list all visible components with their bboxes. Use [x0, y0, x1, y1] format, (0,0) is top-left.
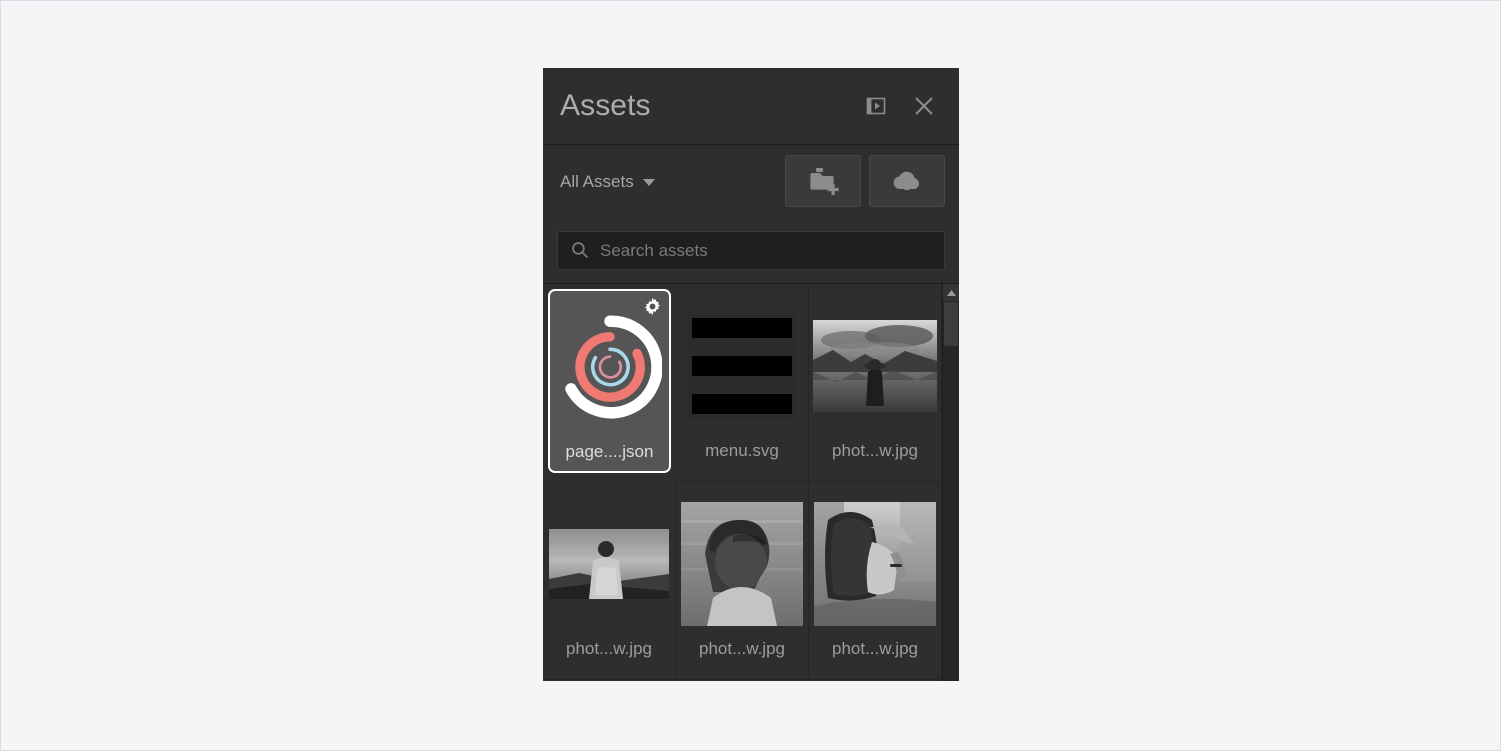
asset-filename: phot...w.jpg: [698, 639, 785, 658]
upload-button[interactable]: [869, 155, 945, 207]
photo-lake-person-thumbnail: [813, 320, 937, 412]
asset-filename: phot...w.jpg: [831, 441, 918, 460]
assets-grid: page....json menu.svg phot...w.jpg phot.…: [543, 284, 942, 681]
page-title: Assets: [560, 89, 651, 122]
asset-card-photo-4[interactable]: phot...w.jpg: [809, 482, 942, 680]
scrollbar-thumb[interactable]: [944, 302, 958, 346]
asset-thumbnail: [813, 290, 937, 442]
bar: [692, 356, 792, 376]
scroll-up-arrow-icon: [946, 289, 956, 296]
asset-filename: phot...w.jpg: [565, 639, 652, 658]
asset-settings-button[interactable]: [642, 296, 662, 316]
asset-card-json[interactable]: page....json: [543, 284, 676, 482]
asset-filter-label: All Assets: [560, 171, 634, 191]
asset-card-photo-3[interactable]: phot...w.jpg: [676, 482, 809, 680]
close-button[interactable]: [907, 89, 941, 123]
asset-thumbnail: [680, 488, 804, 640]
asset-thumbnail: [547, 488, 671, 640]
bar: [692, 394, 792, 414]
gear-icon: [644, 297, 660, 315]
loading-rings-icon: [564, 315, 662, 418]
filter-bar: All Assets: [543, 145, 959, 217]
chevron-down-icon: [642, 178, 655, 186]
new-folder-button[interactable]: [785, 155, 861, 207]
search-input[interactable]: Search assets: [557, 230, 945, 270]
assets-grid-area: page....json menu.svg phot...w.jpg phot.…: [543, 283, 959, 681]
asset-thumbnail: [680, 290, 804, 442]
asset-card-photo-2[interactable]: phot...w.jpg: [543, 482, 676, 680]
asset-card-svg[interactable]: menu.svg: [676, 284, 809, 482]
assets-scrollbar[interactable]: [942, 284, 959, 681]
search-placeholder: Search assets: [600, 240, 708, 260]
close-icon: [915, 97, 933, 115]
asset-filename: menu.svg: [705, 441, 779, 460]
scrollbar-track[interactable]: [943, 301, 959, 681]
bar: [692, 318, 792, 338]
panel-dock-button[interactable]: [859, 89, 893, 123]
assets-panel: Assets All Assets Search assets page....…: [543, 68, 959, 681]
photo-woman-back-hair-thumbnail: [814, 502, 936, 626]
cloud-upload-icon: [893, 171, 920, 190]
asset-card-photo-1[interactable]: phot...w.jpg: [809, 284, 942, 482]
panel-header: Assets: [543, 68, 959, 145]
asset-filename: phot...w.jpg: [831, 639, 918, 658]
asset-filter-dropdown[interactable]: All Assets: [560, 173, 785, 190]
search-bar-container: Search assets: [543, 217, 959, 283]
asset-thumbnail: [813, 488, 937, 640]
search-icon: [572, 242, 589, 259]
hamburger-bars-icon: [688, 314, 796, 418]
photo-man-profile-water-thumbnail: [681, 502, 803, 626]
asset-filename: page....json: [565, 442, 654, 461]
new-folder-icon: [810, 168, 839, 195]
scroll-up-button[interactable]: [943, 284, 959, 301]
photo-man-back-sunset-thumbnail: [549, 529, 669, 599]
panel-dock-icon: [866, 97, 886, 115]
